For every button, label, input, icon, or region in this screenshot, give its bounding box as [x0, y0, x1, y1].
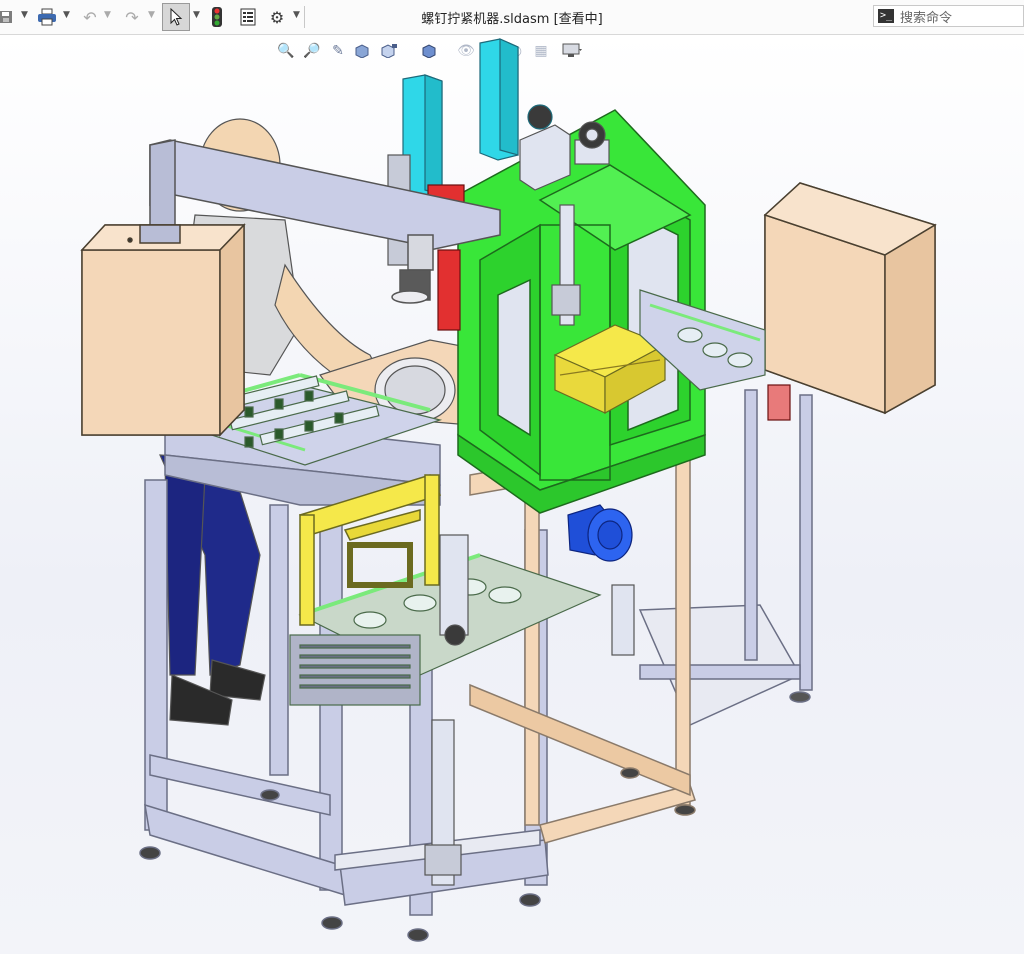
- left-control-box: [80, 223, 246, 437]
- search-commands-field[interactable]: >_ 搜索命令: [873, 5, 1024, 27]
- title-bar: ▼ ▼ ↶ ▼ ↷ ▼ ▼ ⚙ ▼ 螺钉拧紧机器.sldasm [查看中] >_…: [0, 0, 1024, 35]
- window-title: 螺钉拧紧机器.sldasm [查看中]: [421, 12, 603, 27]
- search-commands-placeholder: 搜索命令: [900, 10, 953, 26]
- assembly-model[interactable]: [0, 35, 1024, 954]
- blue-motor: [567, 504, 635, 656]
- command-prompt-icon: >_: [878, 9, 894, 23]
- right-control-box: [763, 182, 937, 415]
- graphics-viewport[interactable]: 🔍 🔎 ✎ 👁 ◐ ▦: [0, 35, 1024, 954]
